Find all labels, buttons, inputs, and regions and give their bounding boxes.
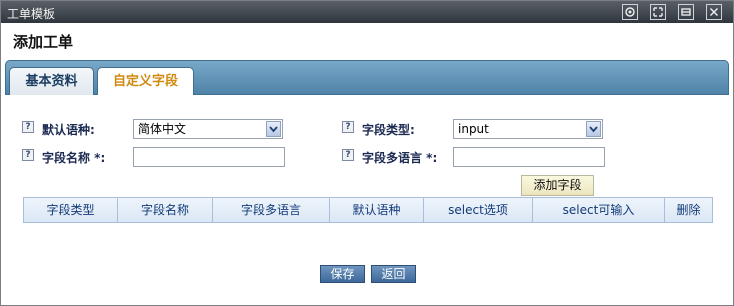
help-icon[interactable]: ? <box>342 121 354 133</box>
column-header: 字段名称 <box>118 198 213 222</box>
field-multilang-input[interactable] <box>453 147 605 167</box>
field-multilang-label: 字段多语言 *: <box>362 151 438 165</box>
title-bar[interactable]: 工单模板 <box>1 1 733 23</box>
field-name-input[interactable] <box>133 147 285 167</box>
help-icon[interactable]: ? <box>22 149 34 161</box>
tab-content: ? 默认语种: 简体中文 ? 字段类型: input ? 字段名称 *: ? 字… <box>5 95 729 301</box>
column-header: 默认语种 <box>330 198 424 222</box>
fields-table-header: 字段类型 字段名称 字段多语言 默认语种 select选项 select可输入 … <box>23 197 713 223</box>
tab-custom-fields[interactable]: 自定义字段 <box>97 67 194 96</box>
window-title: 工单模板 <box>7 7 56 21</box>
default-language-label: 默认语种: <box>42 123 95 137</box>
settings-icon[interactable] <box>622 4 638 20</box>
column-header: 删除 <box>676 203 701 217</box>
tab-basic-info[interactable]: 基本资料 <box>9 67 94 96</box>
minimize-icon[interactable] <box>678 4 694 20</box>
column-header: select选项 <box>424 198 533 222</box>
chevron-down-icon <box>586 121 601 137</box>
column-header: 字段类型 <box>24 198 118 222</box>
default-language-value: 简体中文 <box>138 122 187 136</box>
add-field-button[interactable]: 添加字段 <box>521 175 594 196</box>
page-title: 添加工单 <box>13 33 74 51</box>
close-icon[interactable] <box>706 4 722 20</box>
maximize-icon[interactable] <box>650 4 666 20</box>
column-header: 字段多语言 <box>213 198 330 222</box>
default-language-select[interactable]: 简体中文 <box>133 119 283 139</box>
column-header: select可输入 <box>533 198 665 222</box>
dialog-window: 工单模板 添加工单 基本资料 自定义字段 ? 默认语种: 简体中文 ? 字段类型… <box>0 0 734 306</box>
field-type-value: input <box>458 122 489 136</box>
help-icon[interactable]: ? <box>342 149 354 161</box>
back-button[interactable]: 返回 <box>371 265 416 283</box>
field-type-label: 字段类型: <box>362 123 415 137</box>
chevron-down-icon <box>266 121 281 137</box>
field-name-label: 字段名称 *: <box>42 151 106 165</box>
save-button[interactable]: 保存 <box>320 265 365 283</box>
help-icon[interactable]: ? <box>22 121 34 133</box>
field-type-select[interactable]: input <box>453 119 603 139</box>
tab-bar: 基本资料 自定义字段 <box>5 60 729 96</box>
